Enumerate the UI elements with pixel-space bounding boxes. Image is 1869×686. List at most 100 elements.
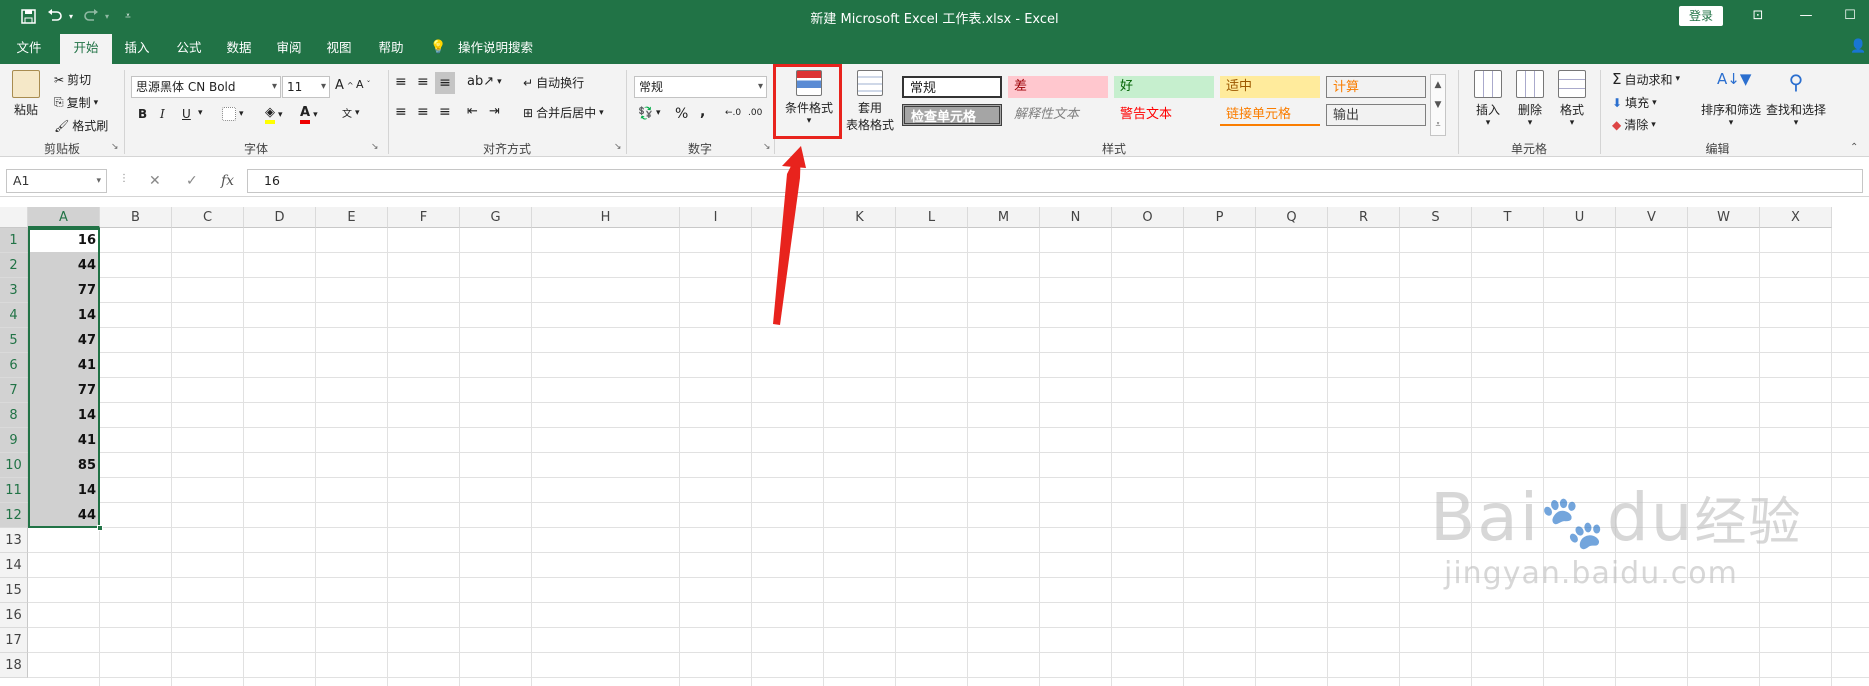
grow-font-button[interactable]: A ^ xyxy=(335,78,354,93)
column-header-B[interactable]: B xyxy=(100,207,172,228)
column-header-J[interactable]: J xyxy=(752,207,824,228)
cell-A6[interactable]: 41 xyxy=(28,353,100,378)
tab-formulas[interactable]: 公式 xyxy=(168,31,210,64)
cell-A10[interactable]: 85 xyxy=(28,453,100,478)
row-header-5[interactable]: 5 xyxy=(0,328,28,353)
share-icon[interactable]: 👤 xyxy=(1850,39,1866,54)
accounting-format-button[interactable]: 💱 ▾ xyxy=(638,106,660,120)
phonetic-button[interactable]: 文 ▾ xyxy=(342,105,360,121)
cell-A11[interactable]: 14 xyxy=(28,478,100,503)
cell-style-7[interactable]: 解释性文本 xyxy=(1008,104,1108,126)
paste-button[interactable]: 粘贴 xyxy=(12,70,40,118)
autosum-button[interactable]: Σ 自动求和 ▾ xyxy=(1612,70,1680,88)
cell-style-8[interactable]: 警告文本 xyxy=(1114,104,1214,126)
number-launcher-icon[interactable]: ↘ xyxy=(763,142,771,152)
column-header-N[interactable]: N xyxy=(1040,207,1112,228)
cell-style-3[interactable]: 好 xyxy=(1114,76,1214,98)
cell-style-10[interactable]: 输出 xyxy=(1326,104,1426,126)
decrease-decimal-button[interactable]: .00 xyxy=(748,108,762,118)
column-header-T[interactable]: T xyxy=(1472,207,1544,228)
column-header-A[interactable]: A xyxy=(28,207,100,228)
row-header-2[interactable]: 2 xyxy=(0,253,28,278)
delete-cells-button[interactable]: 删除 ▾ xyxy=(1510,70,1550,128)
align-left-button[interactable]: ≡ xyxy=(395,104,407,120)
column-header-W[interactable]: W xyxy=(1688,207,1760,228)
italic-button[interactable]: I xyxy=(160,107,165,121)
cell-A7[interactable]: 77 xyxy=(28,378,100,403)
align-top-button[interactable]: ≡ xyxy=(395,74,407,90)
cell-style-6[interactable]: 检查单元格 xyxy=(902,104,1002,126)
column-header-K[interactable]: K xyxy=(824,207,896,228)
cell-A12[interactable]: 44 xyxy=(28,503,100,528)
cell-A9[interactable]: 41 xyxy=(28,428,100,453)
alignment-launcher-icon[interactable]: ↘ xyxy=(614,142,622,152)
comma-button[interactable]: , xyxy=(700,104,705,120)
row-header-1[interactable]: 1 xyxy=(0,228,28,253)
underline-dropdown-icon[interactable]: ▾ xyxy=(198,108,203,118)
column-header-M[interactable]: M xyxy=(968,207,1040,228)
row-header-8[interactable]: 8 xyxy=(0,403,28,428)
row-header-3[interactable]: 3 xyxy=(0,278,28,303)
row-header-18[interactable]: 18 xyxy=(0,653,28,678)
align-center-button[interactable]: ≡ xyxy=(417,104,429,120)
collapse-ribbon-icon[interactable]: ⌃ xyxy=(1850,142,1858,153)
row-header-7[interactable]: 7 xyxy=(0,378,28,403)
column-header-V[interactable]: V xyxy=(1616,207,1688,228)
merge-center-button[interactable]: ⊞ 合并后居中 ▾ xyxy=(523,104,604,121)
column-header-H[interactable]: H xyxy=(532,207,680,228)
insert-cells-button[interactable]: 插入 ▾ xyxy=(1468,70,1508,128)
column-header-Q[interactable]: Q xyxy=(1256,207,1328,228)
align-middle-button[interactable]: ≡ xyxy=(417,74,429,90)
row-header-15[interactable]: 15 xyxy=(0,578,28,603)
row-header-10[interactable]: 10 xyxy=(0,453,28,478)
tab-home[interactable]: 开始 xyxy=(60,34,112,64)
row-header-16[interactable]: 16 xyxy=(0,603,28,628)
cell-A2[interactable]: 44 xyxy=(28,253,100,278)
row-header-14[interactable]: 14 xyxy=(0,553,28,578)
minimize-icon[interactable]: — xyxy=(1794,6,1818,26)
orientation-button[interactable]: ab↗ ▾ xyxy=(467,74,502,89)
column-header-L[interactable]: L xyxy=(896,207,968,228)
row-header-12[interactable]: 12 xyxy=(0,503,28,528)
increase-indent-button[interactable]: ⇥ xyxy=(489,104,500,119)
fill-color-button[interactable]: ◈ ▾ xyxy=(265,105,283,124)
row-header-4[interactable]: 4 xyxy=(0,303,28,328)
column-header-P[interactable]: P xyxy=(1184,207,1256,228)
cell-A5[interactable]: 47 xyxy=(28,328,100,353)
font-color-button[interactable]: A ▾ xyxy=(300,105,318,124)
row-header-9[interactable]: 9 xyxy=(0,428,28,453)
row-header-13[interactable]: 13 xyxy=(0,528,28,553)
format-painter-button[interactable]: 🖌 格式刷 xyxy=(54,117,108,134)
column-header-G[interactable]: G xyxy=(460,207,532,228)
login-button[interactable]: 登录 xyxy=(1679,6,1723,26)
ribbon-display-options-icon[interactable]: ⊡ xyxy=(1746,6,1770,26)
tab-review[interactable]: 审阅 xyxy=(268,31,310,64)
cell-style-1[interactable]: 常规 xyxy=(902,76,1002,98)
cancel-icon[interactable]: ✕ xyxy=(149,173,161,189)
column-header-D[interactable]: D xyxy=(244,207,316,228)
cell-A1[interactable]: 16 xyxy=(28,228,100,253)
underline-button[interactable]: U xyxy=(182,107,191,121)
cut-button[interactable]: ✂ 剪切 xyxy=(54,71,91,88)
tab-data[interactable]: 数据 xyxy=(218,31,260,64)
font-size-combo[interactable]: 11 ▾ xyxy=(282,76,330,98)
name-box[interactable]: A1 ▾ xyxy=(6,169,107,193)
insert-function-button[interactable]: fx xyxy=(221,173,234,189)
column-header-C[interactable]: C xyxy=(172,207,244,228)
percent-button[interactable]: % xyxy=(675,106,688,122)
cell-style-5[interactable]: 计算 xyxy=(1326,76,1426,98)
sort-filter-button[interactable]: A↓▼ 排序和筛选 ▾ xyxy=(1700,70,1762,128)
borders-button[interactable]: ▾ xyxy=(222,107,244,121)
cell-A3[interactable]: 77 xyxy=(28,278,100,303)
row-header-11[interactable]: 11 xyxy=(0,478,28,503)
column-header-X[interactable]: X xyxy=(1760,207,1832,228)
clear-button[interactable]: ◆ 清除 ▾ xyxy=(1612,116,1656,133)
formula-input[interactable]: 16 xyxy=(247,169,1863,193)
tab-file[interactable]: 文件 xyxy=(6,31,52,64)
select-all-corner[interactable] xyxy=(0,207,28,228)
tell-me-search[interactable]: 操作说明搜索 xyxy=(458,31,533,64)
number-format-combo[interactable]: 常规 ▾ xyxy=(634,76,767,98)
decrease-indent-button[interactable]: ⇤ xyxy=(467,104,478,119)
align-right-button[interactable]: ≡ xyxy=(439,104,451,120)
fill-button[interactable]: ⬇ 填充 ▾ xyxy=(1612,94,1657,111)
